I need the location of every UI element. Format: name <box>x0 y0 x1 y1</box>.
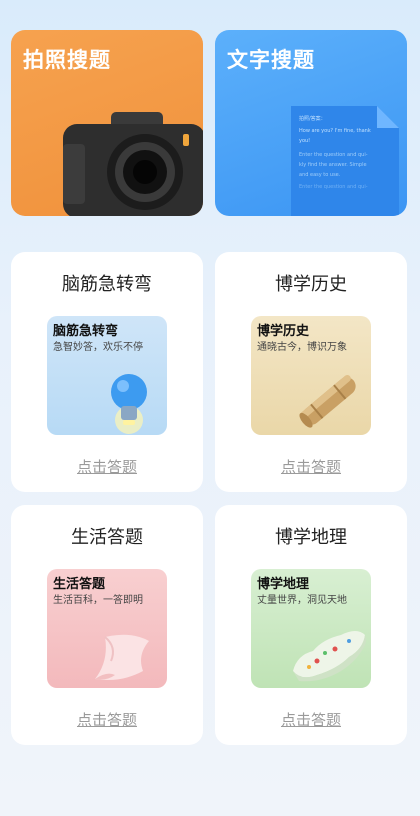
text-search-title: 文字搜题 <box>227 48 315 72</box>
paper-icon <box>95 634 149 680</box>
photo-search-card[interactable]: 拍照搜题 <box>11 30 203 216</box>
thumb-title: 脑筋急转弯 <box>53 324 119 339</box>
doc-line: you! <box>299 138 310 144</box>
thumb-subtitle: 生活百科，一答即明 <box>53 595 143 606</box>
doc-line: and easy to use. <box>299 172 341 178</box>
brain-teaser-thumbnail[interactable]: 脑筋急转弯 急智妙答，欢乐不停 <box>47 316 167 435</box>
scroll-icon <box>299 374 356 428</box>
doc-line: Enter the question and qui- <box>299 184 368 190</box>
doc-line: How are you? I'm fine, thank <box>299 128 371 134</box>
geography-card[interactable]: 博学地理 博学地理 丈量世界，洞见天地 点击答题 <box>215 505 407 745</box>
thumb-title: 生活答题 <box>53 577 106 592</box>
card-title: 博学地理 <box>275 527 347 548</box>
camera-icon <box>63 112 203 216</box>
answer-link[interactable]: 点击答题 <box>215 709 407 730</box>
geography-thumbnail[interactable]: 博学地理 丈量世界，洞见天地 <box>251 569 371 688</box>
thumb-title: 博学地理 <box>257 577 310 592</box>
photo-search-title: 拍照搜题 <box>23 48 111 72</box>
card-title: 生活答题 <box>71 527 143 548</box>
card-title: 博学历史 <box>275 274 347 295</box>
thumb-subtitle: 丈量世界，洞见天地 <box>257 595 347 606</box>
history-thumbnail[interactable]: 博学历史 通晓古今，博识万象 <box>251 316 371 435</box>
answer-link[interactable]: 点击答题 <box>215 456 407 477</box>
lightbulb-icon <box>111 374 147 434</box>
life-quiz-card[interactable]: 生活答题 生活答题 生活百科，一答即明 点击答题 <box>11 505 203 745</box>
map-icon <box>293 631 366 682</box>
answer-link[interactable]: 点击答题 <box>11 709 203 730</box>
brain-teaser-card[interactable]: 脑筋急转弯 脑筋急转弯 急智妙答，欢乐不停 点击答题 <box>11 252 203 492</box>
card-title: 脑筋急转弯 <box>62 274 152 295</box>
doc-line: Enter the question and qui- <box>299 152 368 158</box>
document-icon: 拍照/答案： How are you? I'm fine, thank you!… <box>291 106 399 216</box>
life-quiz-thumbnail[interactable]: 生活答题 生活百科，一答即明 <box>47 569 167 688</box>
doc-line: kly find the answer. Simple <box>299 162 367 168</box>
thumb-subtitle: 通晓古今，博识万象 <box>257 342 347 353</box>
thumb-title: 博学历史 <box>257 324 310 339</box>
text-search-card[interactable]: 文字搜题 拍照/答案： How are you? I'm fine, thank… <box>215 30 407 216</box>
thumb-subtitle: 急智妙答，欢乐不停 <box>53 342 143 353</box>
answer-link[interactable]: 点击答题 <box>11 456 203 477</box>
doc-line: 拍照/答案： <box>299 115 326 122</box>
history-card[interactable]: 博学历史 博学历史 通晓古今，博识万象 点击答题 <box>215 252 407 492</box>
